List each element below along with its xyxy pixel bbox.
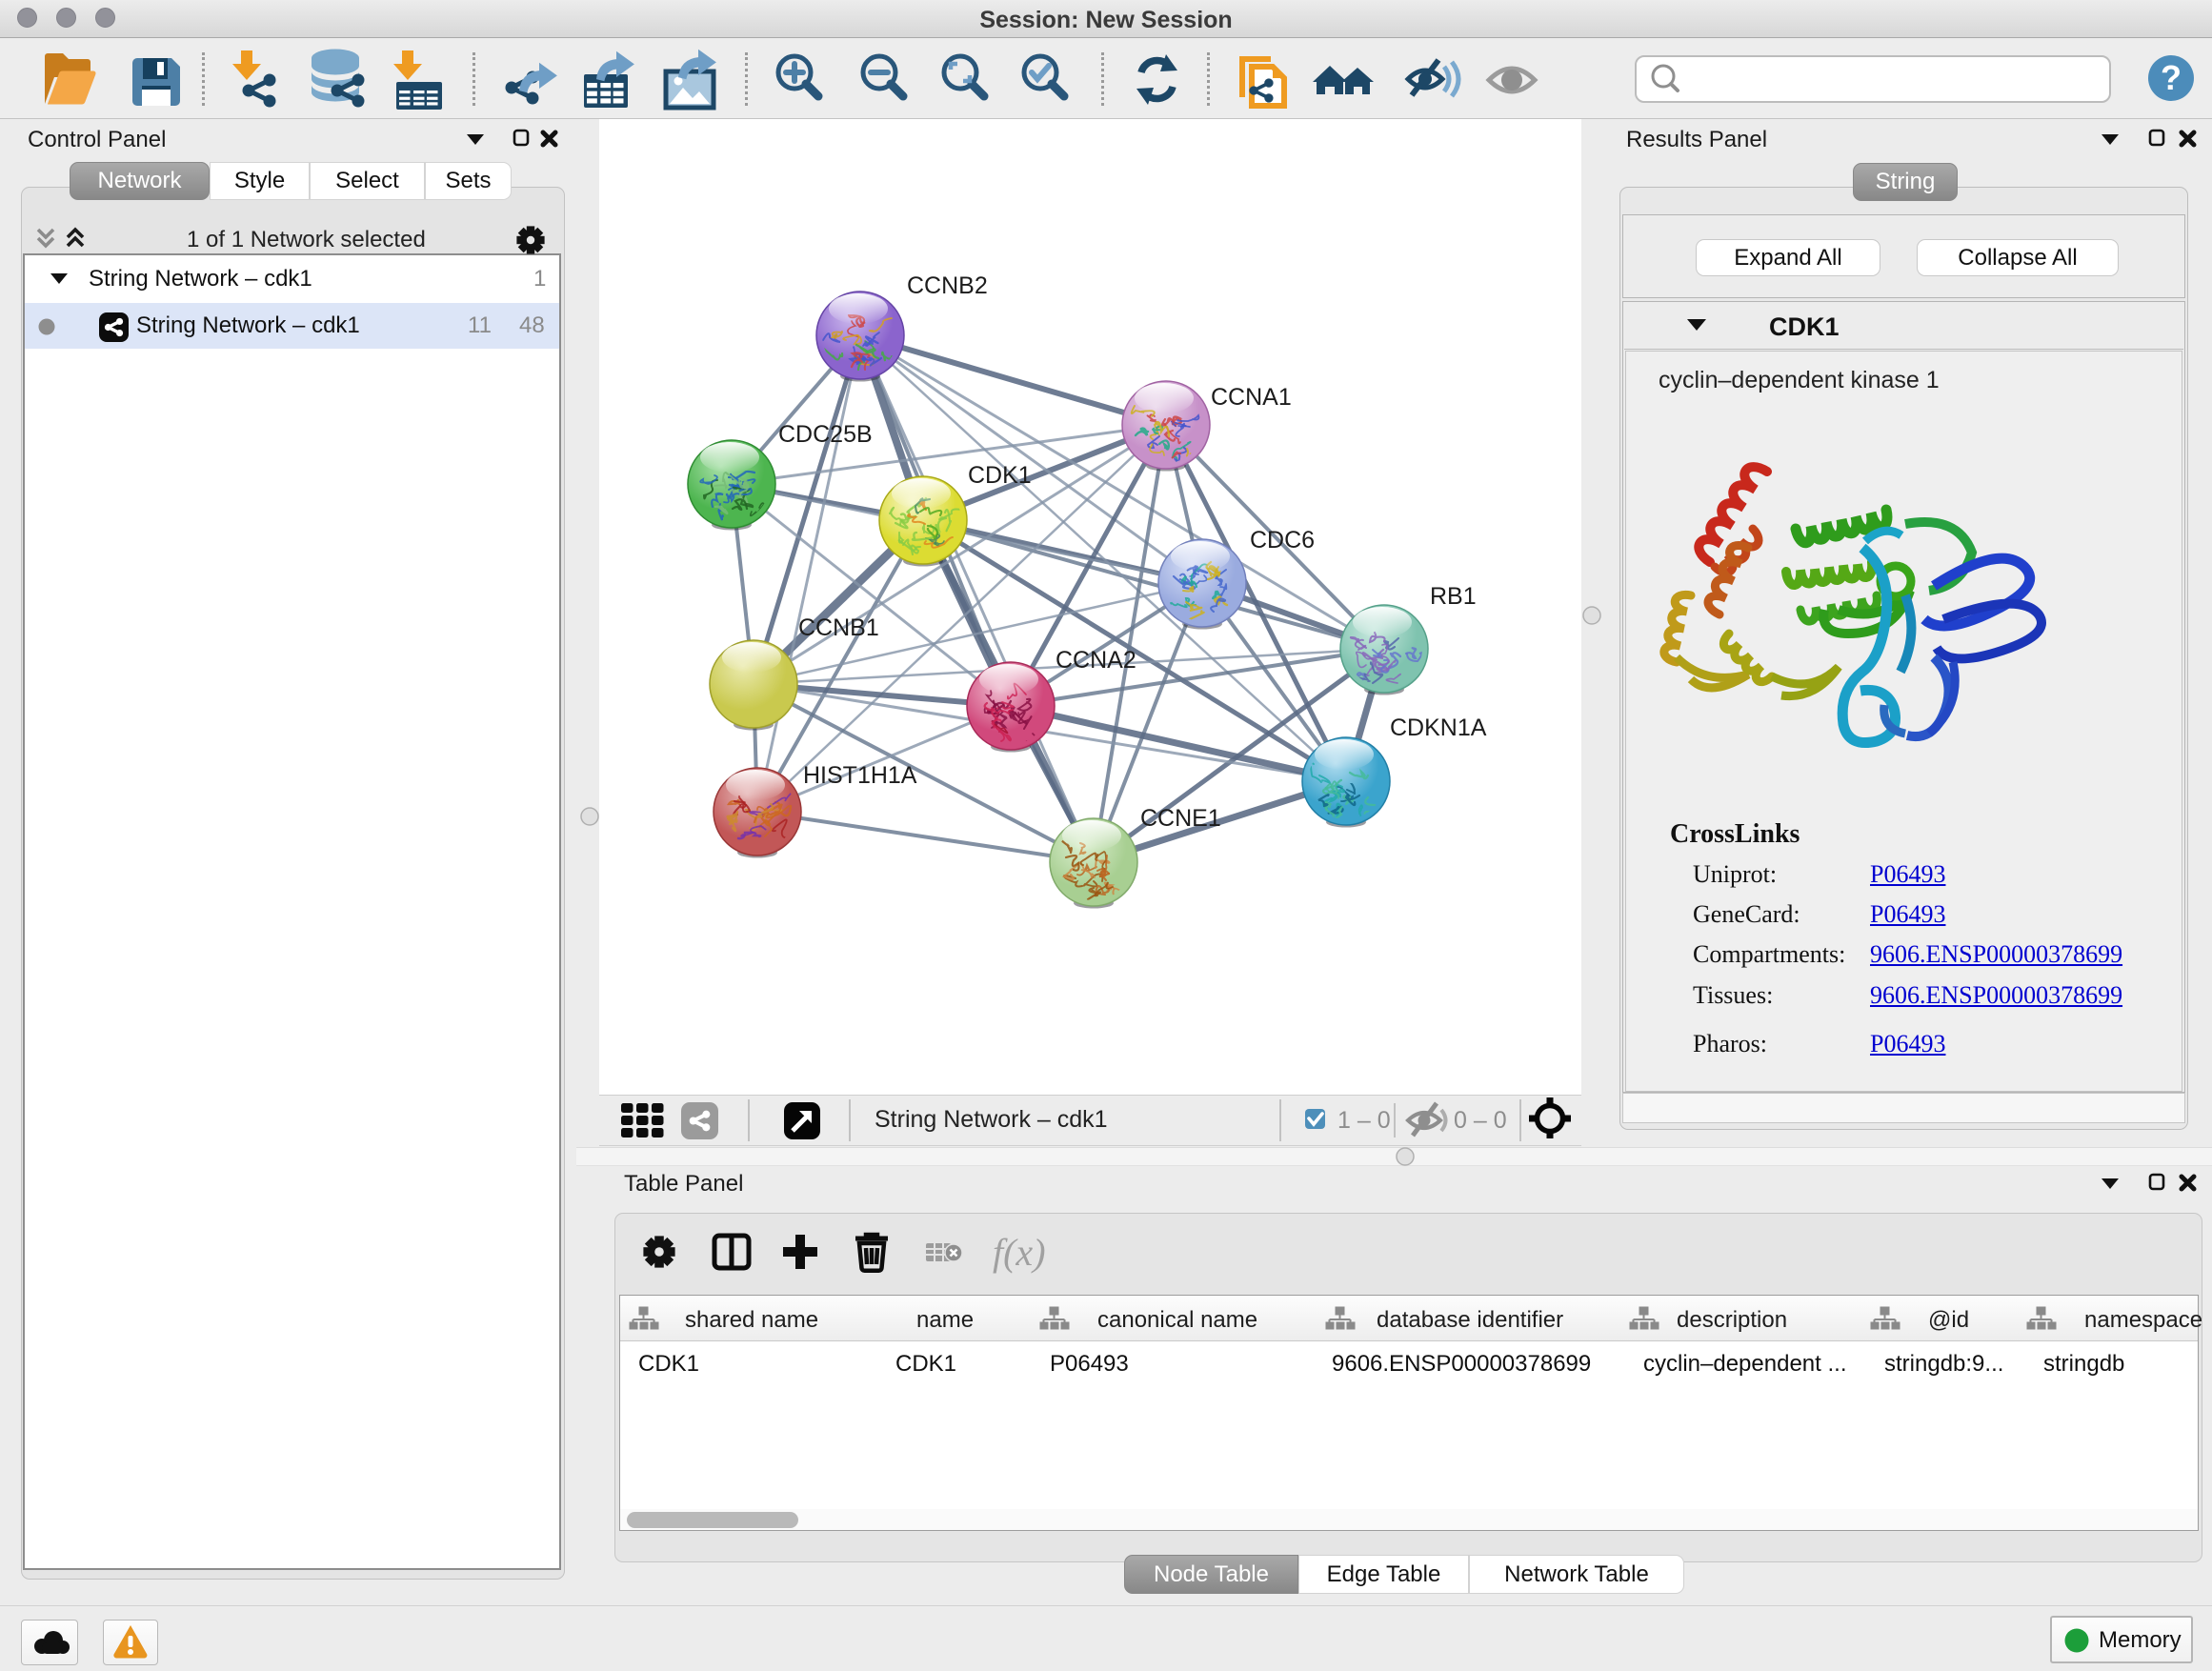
svg-text:f(x): f(x)	[993, 1231, 1046, 1274]
svg-text:?: ?	[2161, 58, 2182, 97]
